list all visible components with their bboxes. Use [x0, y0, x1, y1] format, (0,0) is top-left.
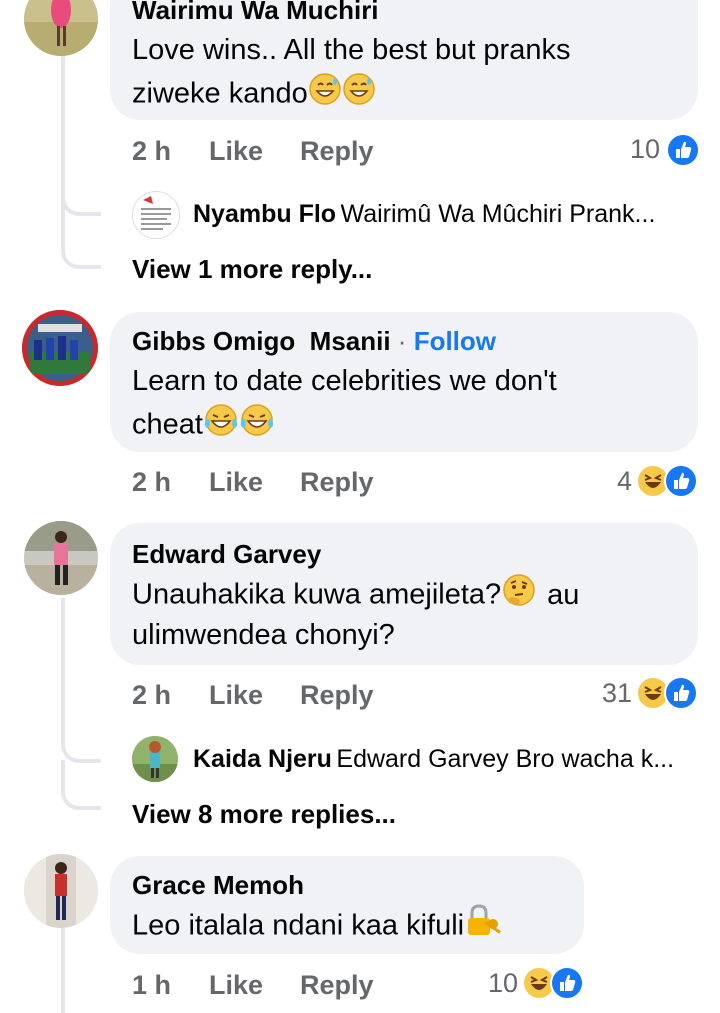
reply-snippet: Edward Garvey Bro wacha k... [336, 745, 675, 773]
like-button[interactable]: Like [209, 680, 263, 711]
commenter-name[interactable]: Edward Garvey [132, 539, 321, 570]
follow-button[interactable]: Follow [414, 326, 496, 356]
thread-elbow [61, 215, 101, 269]
reply-preview[interactable]: Nyambu Flo Wairimû Wa Mûchiri Prank... [193, 200, 655, 229]
avatar[interactable] [24, 854, 98, 928]
comment-text: Unauhakika kuwa amejileta? au [132, 573, 579, 619]
reply-button[interactable]: Reply [300, 970, 374, 1001]
thread-elbow [61, 760, 101, 810]
thread-elbow [61, 170, 101, 216]
commenter-name[interactable]: Wairimu Wa Muchiri [132, 0, 379, 26]
comment-time[interactable]: 2 h [132, 467, 171, 498]
like-button[interactable]: Like [209, 970, 263, 1001]
like-reaction-icon [550, 966, 584, 1000]
comment-text: cheat [132, 403, 275, 449]
comment-text: Love wins.. All the best but pranks [132, 34, 571, 66]
avatar[interactable] [24, 521, 98, 595]
reply-button[interactable]: Reply [300, 467, 374, 498]
reply-snippet: Wairimû Wa Mûchiri Prank... [340, 200, 656, 228]
comment-time[interactable]: 2 h [132, 136, 171, 167]
reply-button[interactable]: Reply [300, 136, 374, 167]
reaction-count[interactable]: 31 [576, 678, 632, 709]
comment-time[interactable]: 1 h [132, 970, 171, 1001]
tears-of-joy-emoji-icon [239, 403, 275, 449]
tears-of-joy-emoji-icon [203, 403, 239, 449]
commenter-name[interactable]: Gibbs Omigo Msanii [132, 326, 391, 356]
like-reaction-icon [664, 464, 698, 498]
comment-text: Learn to date celebrities we don't [132, 365, 557, 397]
thread-line [61, 928, 65, 1013]
separator-dot: · [390, 326, 414, 356]
sweat-smile-emoji-icon [342, 72, 376, 118]
commenter-name[interactable]: Grace Memoh [132, 870, 304, 901]
reply-avatar[interactable] [132, 191, 180, 239]
reply-avatar[interactable] [132, 736, 178, 782]
comment-text: Leo italala ndani kaa kifuli [132, 904, 504, 950]
comment-time[interactable]: 2 h [132, 680, 171, 711]
thread-elbow [61, 715, 101, 763]
reply-author[interactable]: Nyambu Flo [193, 200, 336, 228]
avatar[interactable] [22, 310, 98, 386]
reply-author[interactable]: Kaida Njeru [193, 745, 332, 773]
thinking-face-emoji-icon [501, 573, 537, 619]
comment-text: ulimwendea chonyi? [132, 619, 395, 651]
avatar[interactable] [24, 0, 98, 56]
sweat-smile-emoji-icon [308, 72, 342, 118]
like-reaction-icon [666, 133, 700, 167]
view-more-replies-link[interactable]: View 1 more reply... [132, 254, 372, 285]
reaction-count[interactable]: 4 [580, 466, 632, 497]
like-button[interactable]: Like [209, 136, 263, 167]
like-reaction-icon [664, 676, 698, 710]
reply-preview[interactable]: Kaida Njeru Edward Garvey Bro wacha k... [193, 745, 674, 774]
view-more-replies-link[interactable]: View 8 more replies... [132, 799, 396, 830]
lock-with-key-emoji-icon [464, 904, 504, 950]
reaction-count[interactable]: 10 [462, 968, 518, 999]
reply-button[interactable]: Reply [300, 680, 374, 711]
reaction-count[interactable]: 10 [600, 134, 660, 165]
like-button[interactable]: Like [209, 467, 263, 498]
commenter-name-row: Gibbs Omigo Msanii · Follow [132, 326, 496, 357]
comment-text: ziweke kando [132, 72, 376, 118]
